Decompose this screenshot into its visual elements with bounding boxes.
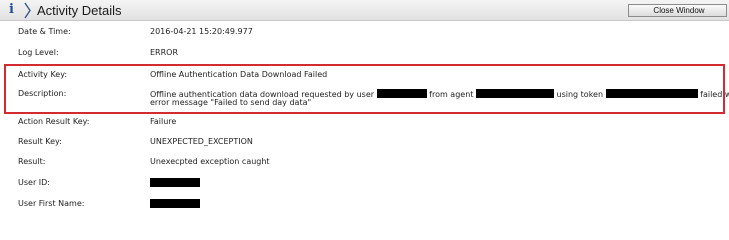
chevron-separator-icon	[24, 2, 31, 19]
detail-value: Failure	[150, 117, 177, 126]
redacted-token	[605, 89, 698, 98]
detail-value: ERROR	[150, 48, 179, 57]
detail-value: 2016-04-21 15:20:49.977	[150, 27, 253, 36]
window-title-bar: i Activity Details Close Window	[0, 0, 729, 21]
redacted-agent	[475, 89, 554, 98]
detail-label: Action Result Key:	[18, 117, 90, 126]
info-icon: i	[9, 2, 14, 17]
detail-label: Result Key:	[18, 137, 62, 146]
detail-value: UNEXPECTED_EXCEPTION	[150, 137, 253, 146]
close-window-button[interactable]: Close Window	[628, 4, 727, 17]
detail-value: Unexecpted exception caught	[150, 157, 270, 166]
detail-label: User ID:	[18, 178, 50, 187]
detail-label: Log Level:	[18, 48, 59, 57]
detail-value	[150, 178, 200, 189]
description-text: failed with	[700, 90, 729, 99]
redacted-user	[376, 89, 427, 98]
detail-value: Offline Authentication Data Download Fai…	[150, 70, 328, 79]
description-line-2: error message "Failed to send day data"	[150, 98, 312, 107]
detail-label: Result:	[18, 157, 46, 166]
detail-label: Activity Key:	[18, 70, 68, 79]
window-title: Activity Details	[37, 3, 122, 18]
detail-label: Description:	[18, 89, 67, 98]
redacted-userid	[150, 178, 200, 187]
detail-label: User First Name:	[18, 199, 85, 208]
description-text: from agent	[429, 90, 474, 99]
description-text: using token	[556, 90, 604, 99]
detail-value	[150, 199, 200, 210]
redacted-firstname	[150, 199, 200, 208]
detail-label: Date & Time:	[18, 27, 71, 36]
